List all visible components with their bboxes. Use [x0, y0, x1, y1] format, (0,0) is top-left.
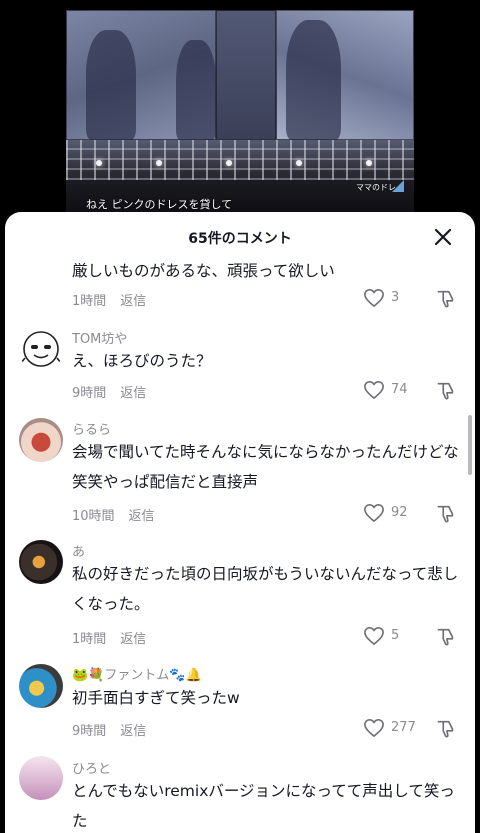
video-caption: ねえ ピンクのドレスを貸して	[86, 198, 233, 211]
reply-button[interactable]: 返信	[120, 386, 146, 401]
stage-light	[156, 160, 162, 166]
comment-username[interactable]: TOM坊や	[72, 328, 127, 347]
heart-outline-icon	[364, 719, 384, 737]
like-button[interactable]: 3	[363, 286, 423, 310]
avatar[interactable]	[19, 540, 63, 584]
avatar[interactable]	[19, 756, 63, 800]
comment-item: ひろと とんでもないremixバージョンになってて声出して笑った	[5, 754, 475, 833]
avatar[interactable]	[19, 664, 63, 708]
heart-outline-icon	[364, 289, 384, 307]
comment-meta: 9時間 返信	[72, 720, 146, 739]
comment-count-title: 65件のコメント	[188, 231, 292, 247]
comment-text: 初手面白すぎて笑ったw	[72, 689, 240, 707]
scrollbar[interactable]	[468, 415, 472, 475]
like-count: 92	[391, 505, 408, 520]
comment-text: とんでもないremixバージョンになってて声出して笑った	[72, 782, 455, 830]
thumbs-down-icon	[437, 720, 454, 738]
video-player[interactable]: ねえ ピンクのドレスを貸して ママのドレ	[0, 0, 480, 240]
like-count: 74	[391, 382, 408, 397]
reply-button[interactable]: 返信	[120, 632, 146, 647]
close-button[interactable]	[431, 225, 455, 249]
stage-light	[366, 160, 372, 166]
avatar[interactable]	[19, 418, 63, 462]
dislike-button[interactable]	[435, 380, 459, 404]
comment-username[interactable]: あ	[72, 541, 85, 560]
smiley-sticker-icon	[20, 331, 62, 367]
stage-light	[226, 160, 232, 166]
dislike-button[interactable]	[435, 503, 459, 527]
comment-username[interactable]: 🐸💐ファントム🐾🔔	[72, 664, 202, 683]
heart-outline-icon	[364, 381, 384, 399]
like-count: 3	[391, 290, 400, 305]
thumbs-down-icon	[437, 628, 454, 646]
performer-figure	[176, 40, 216, 140]
performer-figure	[86, 30, 136, 140]
video-watermark: ママのドレ	[356, 183, 396, 192]
comment-time: 1時間	[72, 632, 107, 647]
reply-button[interactable]: 返信	[120, 294, 146, 309]
comment-username[interactable]: ひろと	[72, 758, 111, 777]
like-button[interactable]: 92	[363, 501, 423, 525]
reply-button[interactable]: 返信	[120, 724, 146, 739]
heart-outline-icon	[364, 504, 384, 522]
sheet-header: 65件のコメント	[5, 212, 475, 260]
comment-meta: 1時間 返信	[72, 290, 146, 309]
heart-outline-icon	[364, 627, 384, 645]
comments-sheet: 65件のコメント 厳しいものがあるな、頑張って欲しい 1時間 返信 3 TOM坊…	[5, 212, 475, 833]
comment-time: 9時間	[72, 386, 107, 401]
like-count: 5	[391, 628, 400, 643]
dislike-button[interactable]	[435, 626, 459, 650]
thumbs-down-icon	[437, 382, 454, 400]
performer-figure	[286, 20, 341, 140]
dislike-button[interactable]	[435, 288, 459, 312]
like-button[interactable]: 74	[363, 378, 423, 402]
stage-light	[296, 160, 302, 166]
reply-button[interactable]: 返信	[129, 509, 155, 524]
comment-time: 1時間	[72, 294, 107, 309]
dislike-button[interactable]	[435, 718, 459, 742]
comment-text: 私の好きだった頃の日向坂がもういないんだなって悲しくなった。	[72, 565, 459, 613]
thumbs-down-icon	[437, 505, 454, 523]
stage-rig	[66, 140, 414, 180]
close-icon	[434, 228, 452, 246]
like-button[interactable]: 5	[363, 624, 423, 648]
comment-item: らるら 会場で聞いてた時そんなに気にならなかったんだけどな笑笑やっぱ配信だと直接…	[5, 414, 475, 538]
comment-time: 10時間	[72, 509, 115, 524]
watermark-logo	[392, 180, 404, 192]
comment-item: あ 私の好きだった頃の日向坂がもういないんだなって悲しくなった。 1時間 返信 5	[5, 538, 475, 662]
comment-meta: 1時間 返信	[72, 628, 146, 647]
comment-text: え、ほろびのうた？	[72, 352, 212, 370]
stage-light	[96, 160, 102, 166]
avatar[interactable]	[19, 328, 63, 372]
comment-time: 9時間	[72, 724, 107, 739]
like-button[interactable]: 277	[363, 716, 423, 740]
comment-item: TOM坊や え、ほろびのうた？ 9時間 返信 74	[5, 322, 475, 414]
comment-text: 会場で聞いてた時そんなに気にならなかったんだけどな笑笑やっぱ配信だと直接声	[72, 443, 459, 491]
comment-item: 🐸💐ファントム🐾🔔 初手面白すぎて笑ったw 9時間 返信 277	[5, 662, 475, 754]
comment-meta: 9時間 返信	[72, 382, 146, 401]
comment-meta: 10時間 返信	[72, 505, 155, 524]
stage-screen-middle	[216, 10, 276, 140]
comment-text: 厳しいものがあるな、頑張って欲しい	[72, 262, 335, 280]
thumbs-down-icon	[437, 290, 454, 308]
comment-username[interactable]: らるら	[72, 419, 111, 438]
comment-item: 厳しいものがあるな、頑張って欲しい 1時間 返信 3	[5, 256, 475, 322]
like-count: 277	[391, 720, 416, 735]
